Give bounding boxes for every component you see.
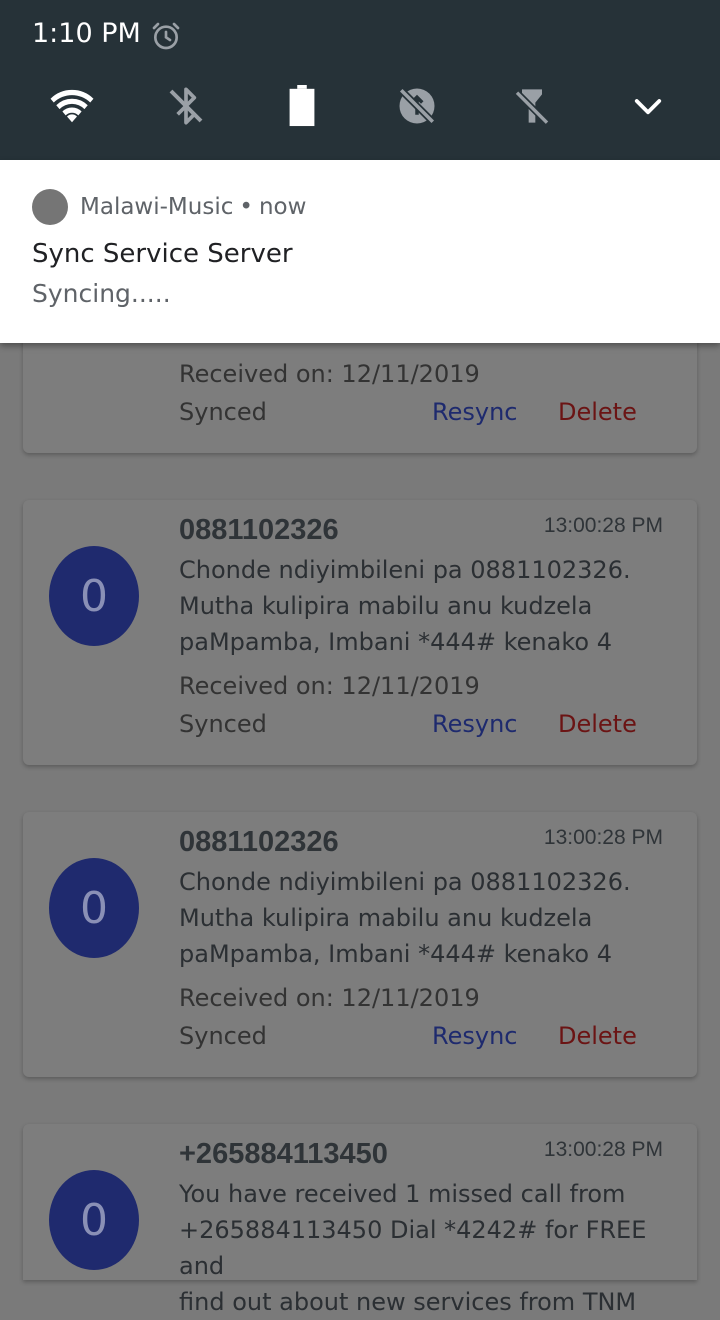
notification-shade: 1:10 PM bbox=[0, 0, 720, 160]
message-card[interactable]: 0 0881102326 13:00:28 PM Chonde ndiyimbi… bbox=[23, 812, 697, 1077]
received-date: Received on: 12/11/2019 bbox=[179, 360, 480, 388]
notification-time: now bbox=[258, 194, 307, 220]
sync-status: Synced bbox=[179, 398, 267, 426]
sender-number: +265884113450 bbox=[179, 1138, 388, 1170]
sync-status: Synced bbox=[179, 1022, 267, 1050]
message-line: Mutha kulipira mabilu anu kudzela bbox=[179, 592, 593, 620]
delete-button[interactable]: Delete bbox=[558, 710, 637, 738]
chevron-down-icon[interactable] bbox=[620, 78, 676, 134]
delete-button[interactable]: Delete bbox=[558, 1022, 637, 1050]
resync-button[interactable]: Resync bbox=[432, 1022, 517, 1050]
notification-text: Syncing..... bbox=[32, 279, 171, 308]
resync-button[interactable]: Resync bbox=[432, 710, 517, 738]
message-line: +265884113450 Dial *4242# for FREE and bbox=[179, 1216, 647, 1280]
message-line: Mutha kulipira mabilu anu kudzela bbox=[179, 904, 593, 932]
data-saver-icon[interactable] bbox=[389, 78, 445, 134]
alarm-icon bbox=[152, 22, 180, 50]
sender-number: 0881102326 bbox=[179, 826, 339, 858]
message-body: Chonde ndiyimbileni pa 0881102326. Mutha… bbox=[179, 552, 699, 660]
sender-number: 0881102326 bbox=[179, 514, 339, 546]
delete-button[interactable]: Delete bbox=[558, 398, 637, 426]
message-line: paMpamba, Imbani *444# kenako 4 bbox=[179, 628, 612, 656]
notification-title: Sync Service Server bbox=[32, 239, 293, 269]
app-name: Malawi-Music bbox=[80, 194, 234, 220]
sync-status: Synced bbox=[179, 710, 267, 738]
quick-settings-row bbox=[0, 78, 720, 138]
app-icon bbox=[32, 189, 68, 225]
avatar: 0 bbox=[49, 1170, 139, 1270]
message-body: You have received 1 missed call from +26… bbox=[179, 1176, 699, 1320]
message-line: find out about new services from TNM bbox=[179, 1288, 637, 1316]
separator: • bbox=[239, 194, 253, 220]
battery-icon[interactable] bbox=[274, 78, 330, 134]
avatar: 0 bbox=[49, 858, 139, 958]
message-card[interactable]: 0 0881102326 13:00:28 PM Chonde ndiyimbi… bbox=[23, 500, 697, 765]
message-body: Chonde ndiyimbileni pa 0881102326. Mutha… bbox=[179, 864, 699, 972]
bluetooth-off-icon[interactable] bbox=[158, 78, 214, 134]
message-line: paMpamba, Imbani *444# kenako 4 bbox=[179, 940, 612, 968]
message-time: 13:00:28 PM bbox=[543, 514, 663, 537]
message-time: 13:00:28 PM bbox=[543, 1138, 663, 1161]
sync-notification[interactable]: Malawi-Music • now Sync Service Server Syn… bbox=[0, 160, 720, 343]
message-line: Chonde ndiyimbileni pa 0881102326. bbox=[179, 556, 631, 584]
resync-button[interactable]: Resync bbox=[432, 398, 517, 426]
flashlight-off-icon[interactable] bbox=[504, 78, 560, 134]
message-line: You have received 1 missed call from bbox=[179, 1180, 626, 1208]
message-card[interactable]: 0 +265884113450 13:00:28 PM You have rec… bbox=[23, 1124, 697, 1316]
clock: 1:10 PM bbox=[32, 18, 141, 49]
avatar: 0 bbox=[49, 546, 139, 646]
wifi-icon[interactable] bbox=[44, 78, 100, 134]
message-line: Chonde ndiyimbileni pa 0881102326. bbox=[179, 868, 631, 896]
received-date: Received on: 12/11/2019 bbox=[179, 672, 480, 700]
notification-header: Malawi-Music • now bbox=[80, 194, 306, 220]
message-time: 13:00:28 PM bbox=[543, 826, 663, 849]
received-date: Received on: 12/11/2019 bbox=[179, 984, 480, 1012]
